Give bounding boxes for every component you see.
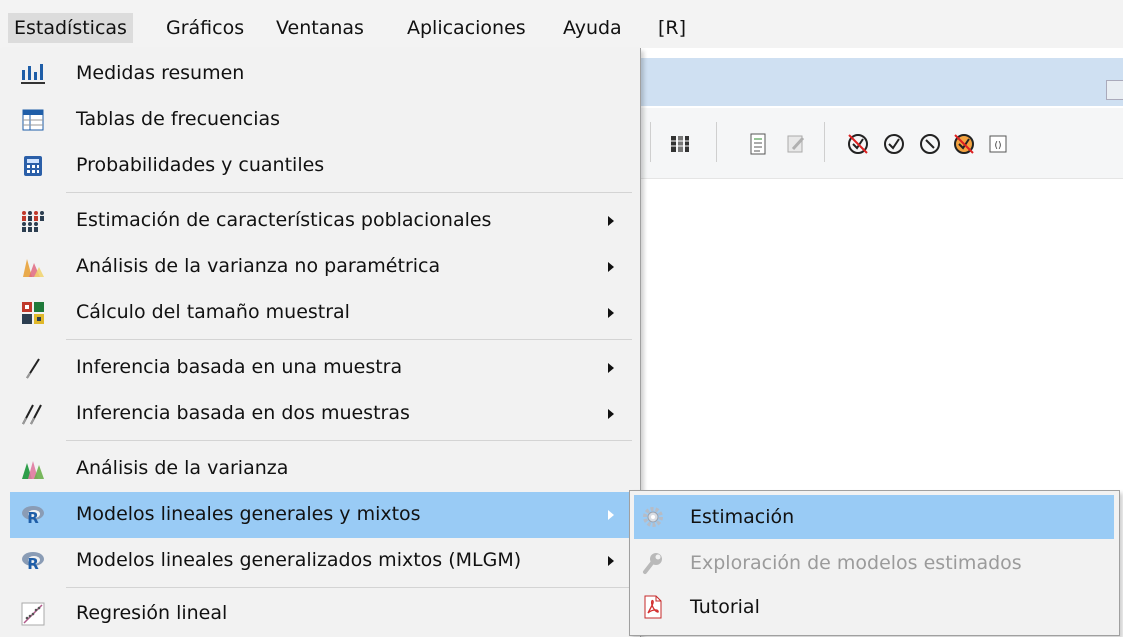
population-icon: [20, 208, 46, 234]
menu-item-modelos-lineales-mixtos[interactable]: R Modelos lineales generales y mixtos: [10, 492, 630, 538]
modelos-lineales-submenu: Estimación Exploración de modelos estima…: [629, 490, 1120, 636]
toolbar-separator: [716, 122, 717, 162]
summary-measures-icon: [20, 61, 46, 87]
pdf-icon: [640, 594, 666, 620]
svg-text:R: R: [27, 555, 39, 572]
menu-item-label: Tablas de frecuencias: [76, 108, 281, 130]
submenu-arrow-icon: [608, 363, 614, 373]
submenu-item-label: Exploración de modelos estimados: [690, 552, 1022, 574]
check-orange-icon[interactable]: [950, 130, 978, 158]
menu-r[interactable]: [R]: [652, 13, 692, 43]
submenu-arrow-icon: [608, 262, 614, 272]
toolbar: (): [640, 108, 1123, 179]
toolbar-separator: [650, 122, 651, 162]
menu-item-label: Regresión lineal: [76, 602, 228, 624]
submenu-arrow-icon: [608, 510, 614, 520]
menu-item-label: Inferencia basada en una muestra: [76, 356, 403, 378]
scatter-plot-icon: [20, 601, 46, 627]
check-cross-icon[interactable]: [844, 130, 872, 158]
frequency-table-icon: [20, 107, 46, 133]
menu-aplicaciones[interactable]: Aplicaciones: [401, 13, 532, 43]
submenu-arrow-icon: [608, 216, 614, 226]
menu-item-tablas-frecuencias[interactable]: Tablas de frecuencias: [10, 97, 630, 143]
menu-item-regresion-lineal[interactable]: Regresión lineal: [10, 591, 630, 637]
menu-item-label: Probabilidades y cuantiles: [76, 154, 325, 176]
menu-item-label: Análisis de la varianza no paramétrica: [76, 255, 441, 277]
menu-graficos[interactable]: Gráficos: [160, 13, 250, 43]
menu-item-anova-no-parametrica[interactable]: Análisis de la varianza no paramétrica: [10, 244, 630, 290]
one-sample-icon: [20, 355, 46, 381]
menu-item-mlgm[interactable]: R Modelos lineales generalizados mixtos …: [10, 538, 630, 584]
menu-ventanas[interactable]: Ventanas: [270, 13, 370, 43]
svg-text:R: R: [27, 509, 39, 526]
menu-ayuda[interactable]: Ayuda: [557, 13, 628, 43]
submenu-item-tutorial[interactable]: Tutorial: [634, 585, 1114, 629]
window-control-button[interactable]: [1106, 80, 1123, 100]
submenu-arrow-icon: [608, 556, 614, 566]
sample-size-icon: [20, 300, 46, 326]
menu-item-label: Medidas resumen: [76, 62, 245, 84]
magnify-icon[interactable]: [916, 130, 944, 158]
submenu-arrow-icon: [608, 409, 614, 419]
wrench-icon: [640, 550, 666, 576]
menu-item-probabilidades[interactable]: Probabilidades y cuantiles: [10, 143, 630, 189]
edit-icon[interactable]: [782, 130, 810, 158]
menu-item-label: Modelos lineales generalizados mixtos (M…: [76, 549, 522, 571]
r-logo-icon: R: [20, 548, 46, 574]
menu-estadisticas[interactable]: Estadísticas: [8, 13, 133, 43]
anova-icon: [20, 456, 46, 482]
submenu-item-exploracion[interactable]: Exploración de modelos estimados: [634, 541, 1114, 585]
menu-item-label: Modelos lineales generales y mixtos: [76, 503, 421, 525]
submenu-item-estimacion[interactable]: Estimación: [634, 495, 1114, 539]
menu-item-inferencia-dos-muestras[interactable]: Inferencia basada en dos muestras: [10, 391, 630, 437]
submenu-arrow-icon: [608, 308, 614, 318]
menu-separator: [66, 587, 632, 588]
check-circle-icon[interactable]: [880, 130, 908, 158]
menu-separator: [66, 440, 632, 441]
svg-text:(): (): [994, 141, 1001, 151]
menu-item-label: Estimación de características poblaciona…: [76, 209, 492, 231]
nonparametric-anova-icon: [20, 254, 46, 280]
menu-item-inferencia-una-muestra[interactable]: Inferencia basada en una muestra: [10, 345, 630, 391]
estadisticas-dropdown: Medidas resumen Tablas de frecuencias Pr…: [0, 48, 641, 637]
r-logo-icon: R: [20, 502, 46, 528]
submenu-item-label: Estimación: [690, 506, 795, 528]
brackets-icon[interactable]: (): [984, 130, 1012, 158]
calculator-icon: [20, 153, 46, 179]
toolbar-separator: [824, 122, 825, 162]
columns-icon[interactable]: [666, 130, 694, 158]
menu-item-estimacion-caracteristicas[interactable]: Estimación de características poblaciona…: [10, 198, 630, 244]
menu-item-label: Inferencia basada en dos muestras: [76, 402, 410, 424]
two-samples-icon: [20, 401, 46, 427]
menu-separator: [66, 339, 632, 340]
gear-icon: [640, 504, 666, 530]
menu-item-tamano-muestral[interactable]: Cálculo del tamaño muestral: [10, 290, 630, 336]
menu-item-medidas-resumen[interactable]: Medidas resumen: [10, 51, 630, 97]
menu-item-label: Cálculo del tamaño muestral: [76, 301, 350, 323]
menu-separator: [66, 192, 632, 193]
menu-item-analisis-varianza[interactable]: Análisis de la varianza: [10, 446, 630, 492]
menu-item-label: Análisis de la varianza: [76, 457, 289, 479]
list-icon[interactable]: [744, 130, 772, 158]
menu-bar: Estadísticas Gráficos Ventanas Aplicacio…: [0, 0, 1123, 48]
window-title-bar: [640, 58, 1123, 106]
submenu-item-label: Tutorial: [690, 596, 760, 618]
